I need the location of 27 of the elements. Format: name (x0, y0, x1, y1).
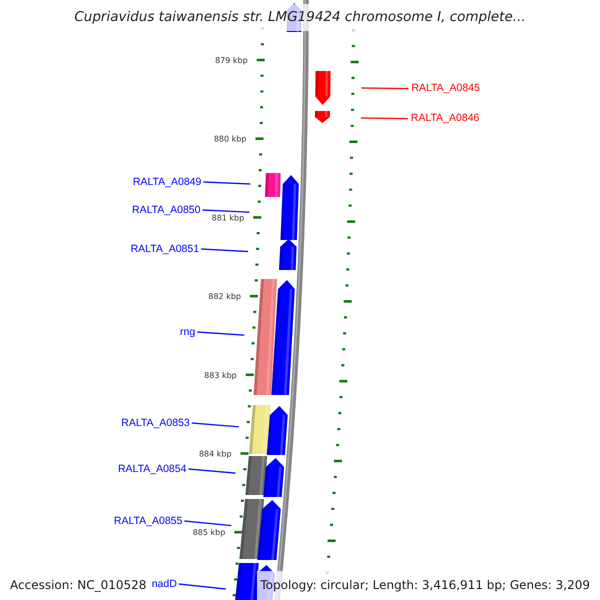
leader-line (203, 181, 250, 185)
leader-line (197, 331, 244, 336)
ruler-label: 881 kbp (212, 213, 244, 222)
gene-label: rng (180, 326, 196, 338)
leader-line (188, 468, 236, 474)
ruler-label: 884 kbp (198, 450, 232, 458)
leader-line (184, 520, 232, 526)
ruler-label: 885 kbp (192, 528, 226, 538)
ruler-label: 882 kbp (208, 292, 241, 302)
gene-label: RALTA_A0854 (118, 463, 186, 475)
leader-line (201, 248, 248, 252)
leader-line (360, 117, 408, 120)
leader-line (361, 87, 408, 90)
leader-line (178, 583, 226, 590)
ruler-label: 883 kbp (204, 370, 237, 380)
gene-label: RALTA_A0853 (121, 417, 190, 429)
ruler-label: 879 kbp (215, 56, 248, 65)
ruler-label: 880 kbp (214, 134, 246, 144)
leader-line (202, 209, 250, 213)
gene-label: RALTA_A0849 (132, 176, 202, 188)
gene-label: RALTA_A0851 (130, 243, 200, 255)
gene-label: RALTA_A0845 (411, 82, 480, 94)
gene-label: nadD (152, 578, 177, 590)
gene-label: RALTA_A0846 (410, 112, 480, 124)
gene-label: RALTA_A0850 (132, 204, 200, 216)
leader-line (192, 422, 239, 428)
gene-label: RALTA_A0855 (114, 515, 182, 527)
